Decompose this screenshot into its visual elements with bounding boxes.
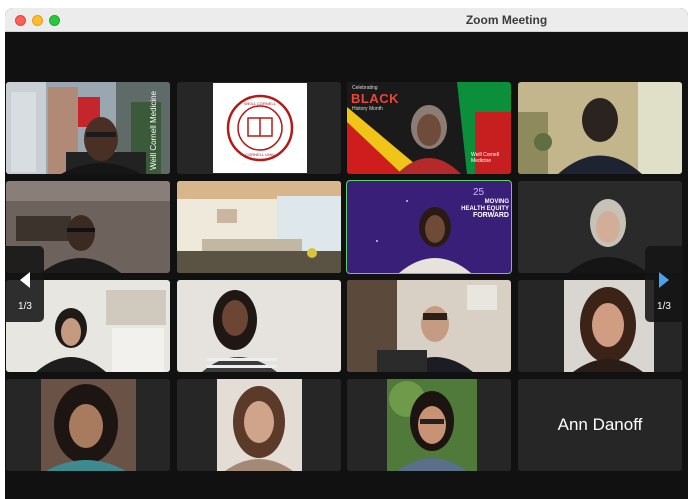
weill-cornell-watermark: Weill Cornell Medicine <box>149 91 158 170</box>
participant-video <box>6 82 170 174</box>
video-tile[interactable] <box>518 82 682 174</box>
banner-line1: MOVING <box>484 199 509 205</box>
active-speaker-tile[interactable]: 25 MOVING HEALTH EQUITY FORWARD <box>346 180 512 274</box>
window-title: Zoom Meeting <box>465 13 548 27</box>
title-bar: Zoom Meeting <box>5 8 688 32</box>
chevron-left-icon <box>20 272 30 288</box>
participant-name: Ann Danoff <box>557 415 643 434</box>
chevron-right-icon <box>659 272 669 288</box>
participant-video <box>347 379 511 471</box>
name-only-tile[interactable]: Ann Danoff <box>518 379 682 471</box>
previous-page-button[interactable]: 1/3 <box>6 246 44 322</box>
next-page-button[interactable]: 1/3 <box>645 246 683 322</box>
bhm-month: History Month <box>352 106 383 112</box>
video-tile[interactable]: Celebrating BLACK History Month Weill Co… <box>347 82 511 174</box>
svg-text:CORNELL UNIV: CORNELL UNIV <box>245 152 275 157</box>
page-indicator-left: 1/3 <box>18 301 32 312</box>
video-tile[interactable] <box>177 379 341 471</box>
bhm-black: BLACK <box>351 91 399 106</box>
bhm-brand: Weill Cornell Medicine <box>471 152 499 164</box>
participant-video <box>177 181 341 273</box>
participant-video <box>347 181 511 273</box>
participant-video <box>6 379 170 471</box>
participant-video <box>518 82 682 174</box>
video-tile[interactable] <box>347 379 511 471</box>
video-tile[interactable] <box>347 280 511 372</box>
svg-text:WEILL CORNELL: WEILL CORNELL <box>244 101 277 106</box>
participant-video <box>177 379 341 471</box>
participant-video <box>177 280 341 372</box>
video-tile[interactable]: WEILL CORNELL CORNELL UNIV <box>177 82 341 174</box>
banner-line3: FORWARD <box>472 212 509 219</box>
video-tile[interactable]: Weill Cornell Medicine <box>6 82 170 174</box>
banner-number: 25 <box>473 187 485 198</box>
gallery-grid: Weill Cornell Medicine WEILL CORNELL COR… <box>6 82 682 471</box>
video-tile[interactable] <box>177 181 341 273</box>
participant-video <box>347 280 511 372</box>
video-tile[interactable] <box>6 379 170 471</box>
cornell-seal-logo: WEILL CORNELL CORNELL UNIV <box>226 94 294 162</box>
page-indicator-right: 1/3 <box>657 301 671 312</box>
video-tile[interactable] <box>177 280 341 372</box>
